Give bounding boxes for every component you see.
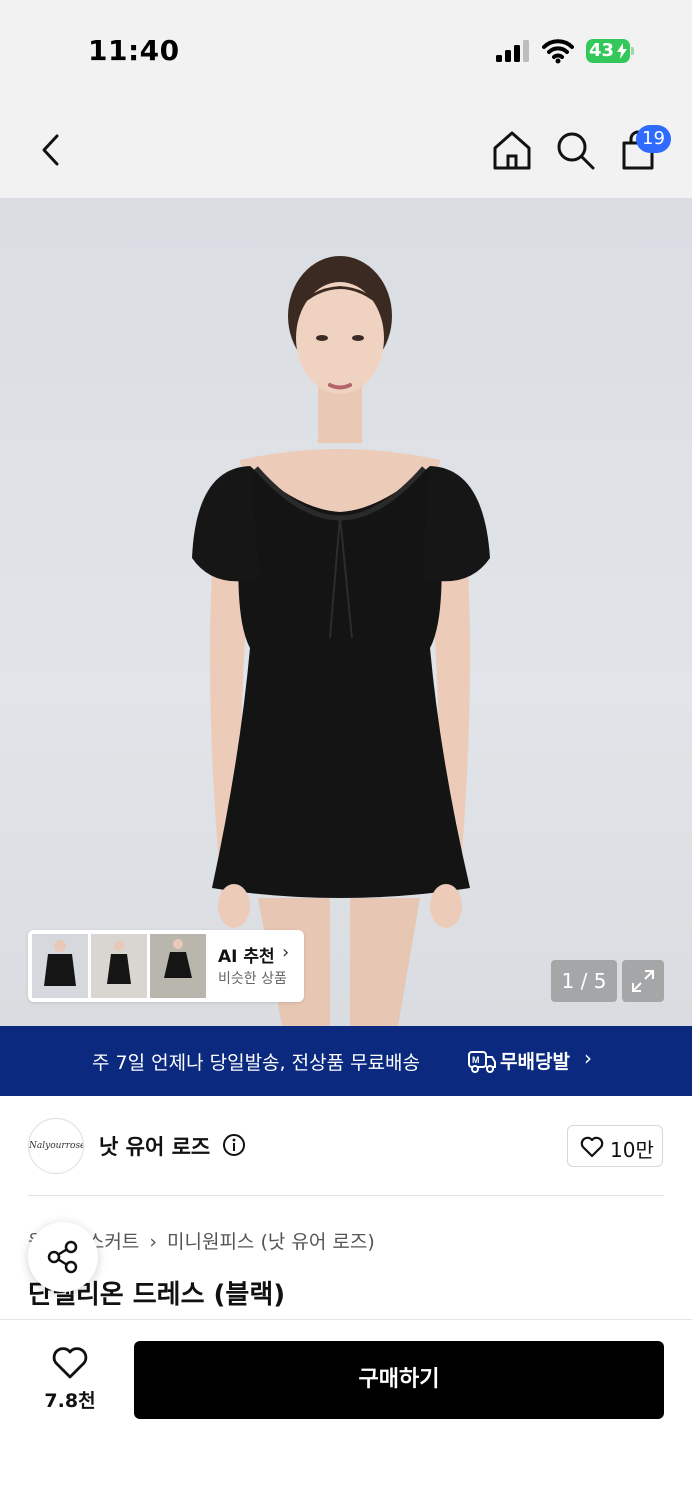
- expand-button[interactable]: [622, 960, 664, 1002]
- buy-button[interactable]: 구매하기: [134, 1341, 664, 1419]
- wifi-icon: [542, 39, 574, 64]
- model-photo: [192, 256, 490, 1026]
- ai-thumb-2[interactable]: [91, 934, 147, 998]
- ai-recommend-card[interactable]: AI 추천 › 비슷한 상품: [28, 930, 304, 1002]
- cart-count-badge: 19: [636, 125, 671, 153]
- info-icon[interactable]: [222, 1133, 246, 1157]
- brand-like-count: 10만: [610, 1138, 654, 1162]
- breadcrumb-subcategory[interactable]: 미니원피스 (낫 유어 로즈): [167, 1231, 375, 1253]
- ai-thumb-3[interactable]: [150, 934, 206, 998]
- back-icon[interactable]: [30, 128, 74, 172]
- brand-like-button[interactable]: 10만: [567, 1125, 663, 1167]
- product-image[interactable]: AI 추천 › 비슷한 상품 1 / 5: [0, 198, 692, 1026]
- thumb-image-1: [32, 934, 88, 998]
- battery-level: 43: [589, 40, 615, 61]
- divider: [28, 1195, 664, 1196]
- share-icon: [47, 1240, 78, 1274]
- status-time: 11:40: [88, 34, 180, 67]
- share-button[interactable]: [28, 1222, 98, 1292]
- home-icon[interactable]: [490, 128, 534, 172]
- expand-icon: [632, 970, 654, 992]
- top-navigation: [0, 100, 692, 198]
- thumb-image-2: [91, 934, 147, 998]
- signal-icon: [496, 40, 529, 62]
- heart-icon: [580, 1136, 604, 1158]
- battery-indicator: 43: [586, 39, 634, 63]
- brand-name[interactable]: 낫 유어 로즈: [99, 1131, 210, 1161]
- ai-thumb-1[interactable]: [32, 934, 88, 998]
- ai-recommend-title: AI 추천: [218, 947, 275, 967]
- charging-icon: [617, 43, 627, 59]
- delivery-truck-icon: M: [468, 1051, 496, 1073]
- brand-logo[interactable]: Nalyourrose: [28, 1118, 84, 1174]
- search-icon[interactable]: [553, 128, 597, 172]
- chevron-right-icon: ›: [584, 1046, 592, 1070]
- status-bar: 11:40 43: [0, 0, 692, 100]
- ai-recommend-subtitle: 비슷한 상품: [218, 971, 287, 987]
- banner-text: 주 7일 언제나 당일발송, 전상품 무료배송: [92, 1052, 421, 1074]
- product-like-count: 7.8천: [44, 1390, 96, 1412]
- heart-icon[interactable]: [51, 1346, 89, 1380]
- delivery-banner[interactable]: 주 7일 언제나 당일발송, 전상품 무료배송 M 무배당발 ›: [0, 1026, 692, 1096]
- image-page-counter: 1 / 5: [551, 960, 617, 1002]
- chevron-right-icon: ›: [282, 942, 290, 963]
- breadcrumb-separator: ›: [149, 1231, 157, 1253]
- svg-text:M: M: [472, 1055, 480, 1065]
- banner-brand: 무배당발: [500, 1051, 570, 1073]
- thumb-image-3: [150, 934, 206, 998]
